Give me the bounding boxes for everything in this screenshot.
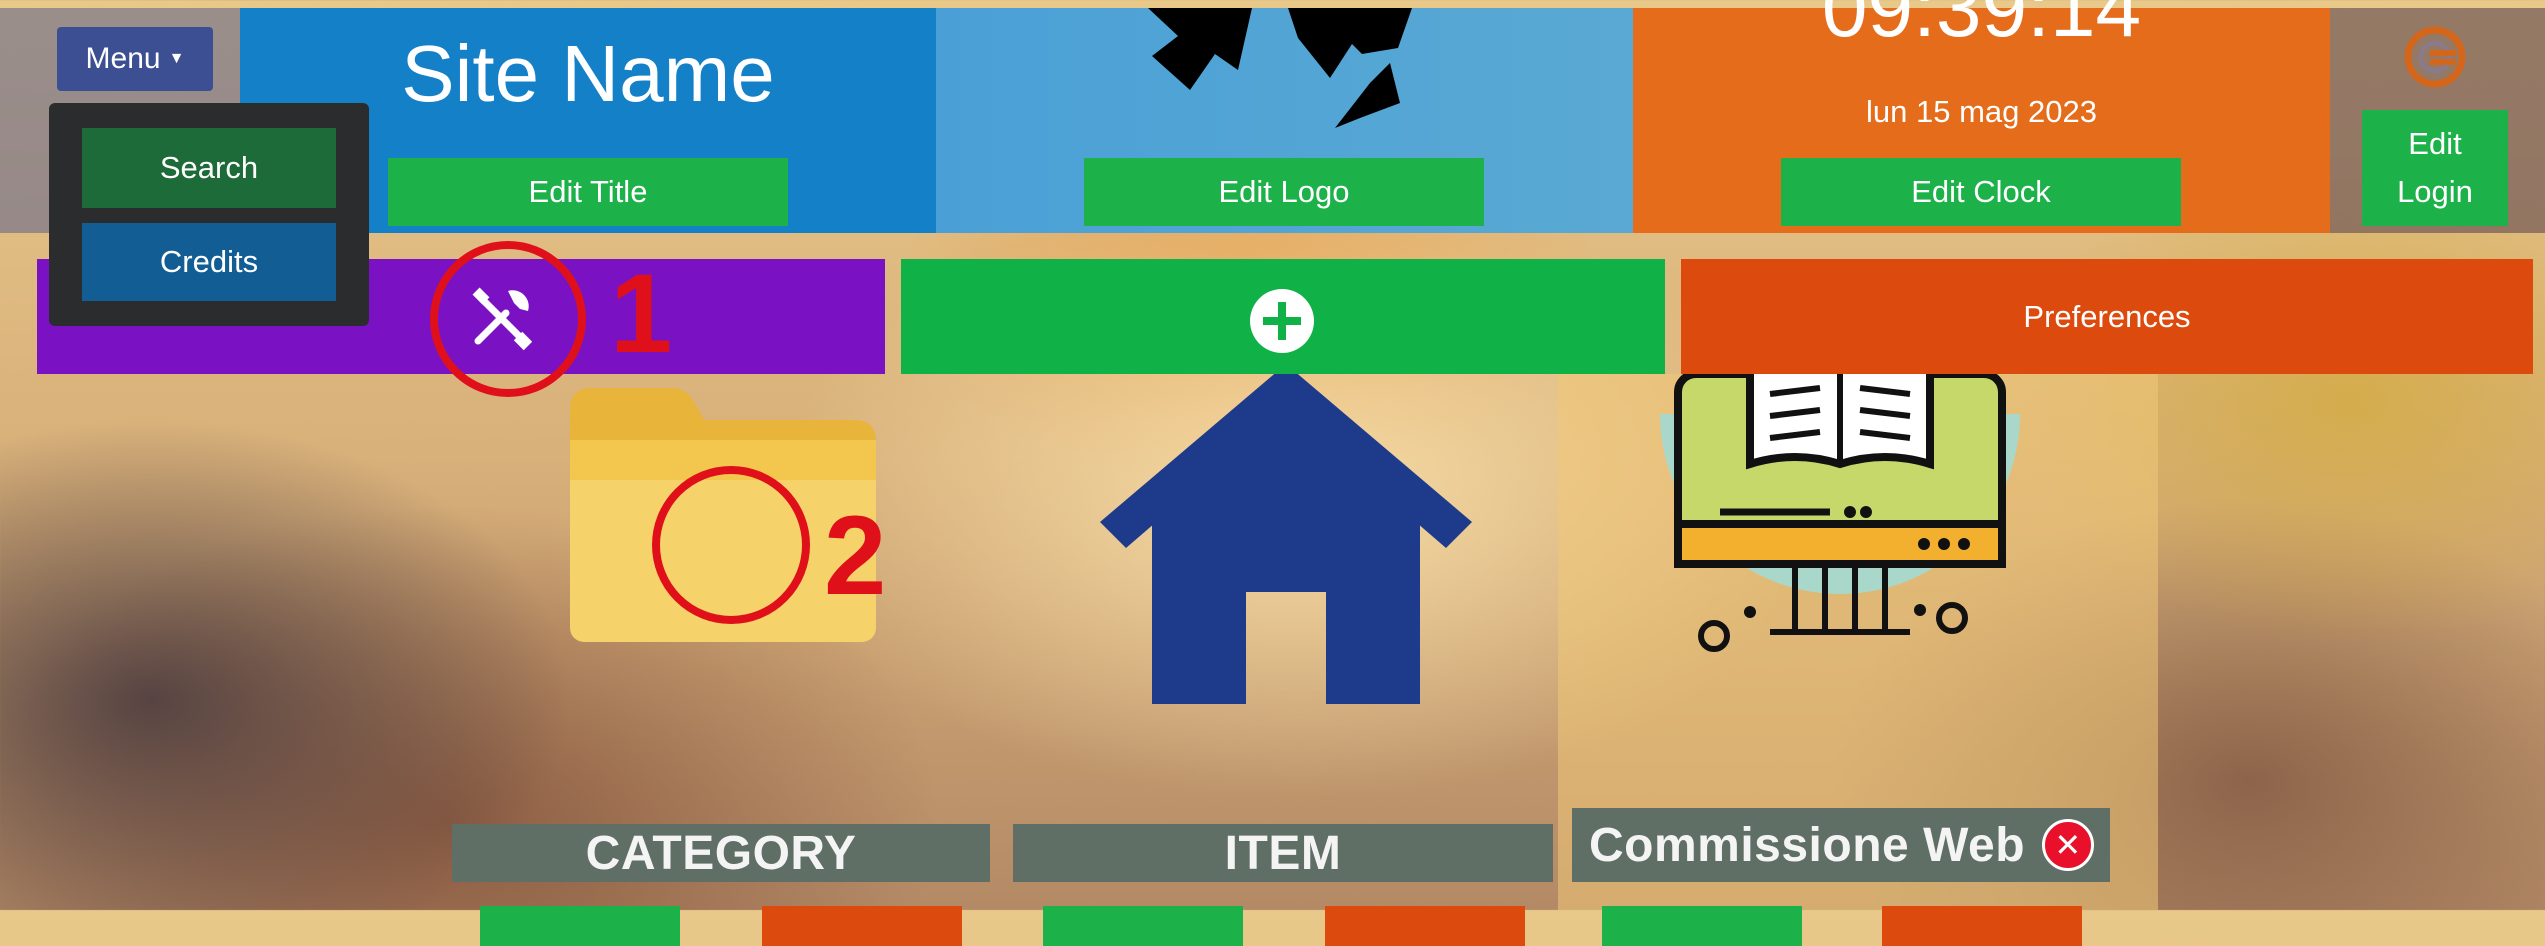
category-label: CATEGORY — [452, 824, 990, 882]
login-logo-icon — [2404, 26, 2466, 88]
item-edit-button[interactable] — [1043, 906, 1243, 946]
menu-button[interactable]: Menu ▼ — [57, 27, 213, 91]
commissione-label-text: Commissione Web — [1588, 818, 2026, 872]
edit-title-button[interactable]: Edit Title — [388, 158, 788, 226]
edit-clock-button[interactable]: Edit Clock — [1781, 158, 2181, 226]
edit-login-line2: Login — [2397, 174, 2473, 209]
preferences-label: Preferences — [2023, 298, 2191, 334]
delete-icon[interactable]: ✕ — [2042, 819, 2094, 871]
annotation-number-1: 1 — [610, 251, 673, 376]
clock-time: 09:39:14 — [1821, 0, 2142, 54]
edit-login-button[interactable]: Edit Login — [2362, 110, 2508, 226]
preferences-bar[interactable]: Preferences — [1681, 259, 2533, 374]
ebook-monitor-icon[interactable] — [1650, 374, 2030, 654]
commissione-delete-button[interactable] — [1882, 906, 2082, 946]
item-label: ITEM — [1013, 824, 1553, 882]
commissione-label: Commissione Web ✕ — [1572, 808, 2110, 882]
commissione-edit-button[interactable] — [1602, 906, 1802, 946]
category-edit-button[interactable] — [480, 906, 680, 946]
recycle-logo-icon — [1148, 8, 1412, 128]
annotation-circle-2 — [652, 466, 810, 624]
edit-login-line1: Edit — [2408, 126, 2462, 161]
add-icon[interactable] — [1249, 288, 1315, 354]
clock-date: lun 15 mag 2023 — [1866, 94, 2097, 129]
menu-item-credits[interactable]: Credits — [82, 223, 336, 301]
category-delete-button[interactable] — [762, 906, 962, 946]
menu-label: Menu — [85, 42, 161, 75]
annotation-circle-1 — [430, 241, 586, 397]
menu-item-search[interactable]: Search — [82, 128, 336, 208]
edit-logo-button[interactable]: Edit Logo — [1084, 158, 1484, 226]
home-icon[interactable] — [1086, 374, 1486, 704]
item-delete-button[interactable] — [1325, 906, 1525, 946]
annotation-number-2: 2 — [824, 493, 887, 618]
chevron-down-icon: ▼ — [168, 50, 185, 67]
